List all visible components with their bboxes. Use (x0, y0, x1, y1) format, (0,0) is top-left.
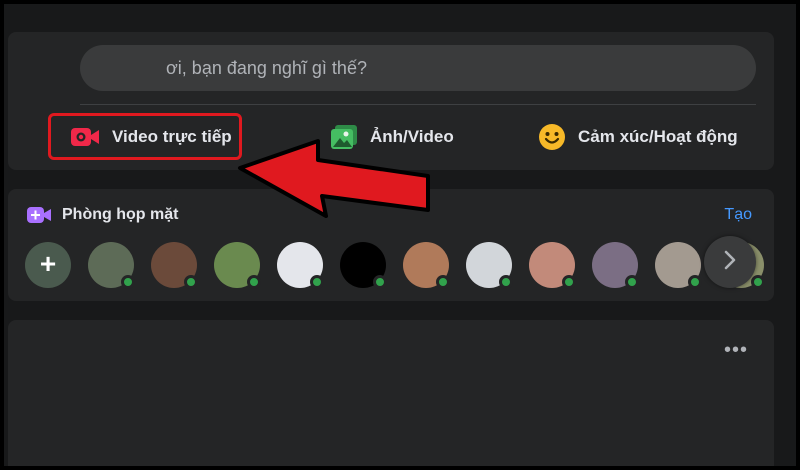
create-room-link[interactable]: Tạo (724, 206, 752, 224)
whats-on-your-mind-input[interactable]: ơi, bạn đang nghĩ gì thế? (80, 45, 756, 91)
composer-placeholder: ơi, bạn đang nghĩ gì thế? (166, 57, 367, 78)
online-status-dot (373, 275, 387, 289)
add-icon: + (39, 248, 57, 279)
room-avatar[interactable] (88, 242, 135, 289)
online-status-dot (184, 275, 198, 289)
room-avatar[interactable] (529, 242, 576, 289)
create-room-avatar[interactable]: + (25, 242, 71, 288)
more-options-icon[interactable]: ••• (724, 340, 748, 360)
rooms-title: Phòng họp mặt (62, 206, 179, 223)
online-status-dot (310, 275, 324, 289)
online-status-dot (247, 275, 261, 289)
highlight-box (48, 113, 242, 160)
online-status-dot (625, 275, 639, 289)
room-video-icon (26, 206, 52, 224)
online-status-dot (751, 275, 765, 289)
post-card: ••• (8, 320, 774, 470)
room-avatar[interactable] (277, 242, 324, 289)
chevron-right-icon (723, 250, 737, 275)
room-avatar[interactable] (151, 242, 198, 289)
room-avatar[interactable] (466, 242, 513, 289)
room-avatar[interactable] (214, 242, 261, 289)
room-avatar[interactable] (592, 242, 639, 289)
online-status-dot (562, 275, 576, 289)
rooms-header: Phòng họp mặt (26, 206, 178, 224)
feeling-icon (538, 123, 566, 151)
divider (80, 104, 756, 105)
room-avatar[interactable] (403, 242, 450, 289)
online-status-dot (121, 275, 135, 289)
room-avatar[interactable] (340, 242, 387, 289)
online-status-dot (499, 275, 513, 289)
feeling-activity-label: Cảm xúc/Hoạt động (578, 127, 738, 146)
annotation-arrow (238, 139, 430, 218)
online-status-dot (688, 275, 702, 289)
next-button[interactable] (704, 236, 756, 288)
feeling-activity-button[interactable]: Cảm xúc/Hoạt động (538, 114, 738, 160)
online-status-dot (436, 275, 450, 289)
room-avatar[interactable] (655, 242, 702, 289)
